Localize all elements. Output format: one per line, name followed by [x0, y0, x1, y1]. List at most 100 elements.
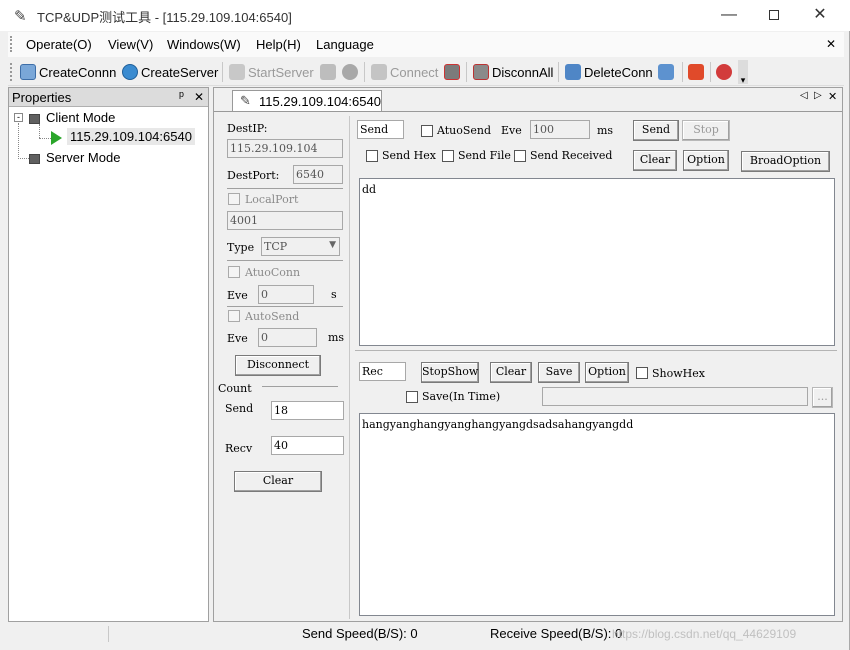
menu-operate[interactable]: Operate(O)	[26, 37, 92, 52]
connection-page: DestIP: 115.29.109.104 DestPort: 6540 Lo…	[214, 111, 842, 621]
menu-windows[interactable]: Windows(W)	[167, 37, 241, 52]
send-hex-label: Send Hex	[382, 149, 436, 162]
properties-close-icon[interactable]: ✕	[194, 90, 204, 104]
create-conn-button[interactable]: CreateConnn	[20, 64, 116, 80]
menu-language[interactable]: Language	[316, 37, 374, 52]
window-title: TCP&UDP测试工具 - [115.29.109.104:6540]	[37, 10, 292, 25]
auto-send-checkbox[interactable]	[228, 310, 240, 322]
title-bar: ✎ TCP&UDP测试工具 - [115.29.109.104:6540] — …	[0, 0, 850, 31]
delete-conn-button[interactable]: DeleteConn	[565, 64, 653, 80]
disconnect-button[interactable]: Disconnect	[235, 355, 321, 376]
send-option-button[interactable]: Option	[683, 150, 729, 171]
pin-icon[interactable]: ᵖ	[179, 88, 184, 103]
send-mode-field[interactable]: Send	[357, 120, 404, 139]
tree-server-mode[interactable]: Server Mode	[29, 150, 120, 165]
connection-label: 115.29.109.104:6540	[67, 128, 195, 145]
receive-content-textarea[interactable]: hangyanghangyanghangyangdsadsahangyangdd	[359, 413, 835, 616]
send-received-label: Send Received	[530, 149, 613, 162]
tree-line	[39, 124, 40, 138]
send-button[interactable]: Send	[633, 120, 679, 141]
auto-conn-checkbox[interactable]	[228, 266, 240, 278]
broad-option-button[interactable]: BroadOption	[741, 151, 830, 172]
show-hex-checkbox[interactable]	[636, 367, 648, 379]
maximize-button[interactable]	[751, 0, 797, 31]
send-ms-label: ms	[597, 124, 614, 137]
atuo-send-checkbox[interactable]	[421, 125, 433, 137]
disconn-all-icon	[473, 64, 489, 80]
menu-help[interactable]: Help(H)	[256, 37, 301, 52]
stop-button[interactable]: Stop	[682, 120, 730, 141]
send-count-field[interactable]: 18	[271, 401, 344, 420]
disconnect-icon[interactable]	[444, 64, 460, 80]
stop-server-icon[interactable]	[342, 64, 358, 80]
auto-send-eve-field[interactable]: 0	[258, 328, 317, 347]
create-server-button[interactable]: CreateServer	[122, 64, 218, 80]
save-button[interactable]: Save	[538, 362, 580, 383]
local-port-field[interactable]: 4001	[227, 211, 343, 230]
tab-label: 115.29.109.104:6540	[259, 94, 381, 109]
collapse-toggle-icon[interactable]: -	[14, 113, 23, 122]
auto-conn-eve-field[interactable]: 0	[258, 285, 314, 304]
tab-close-icon[interactable]: ✕	[828, 90, 837, 103]
server-users-icon[interactable]	[320, 64, 336, 80]
dest-port-field[interactable]: 6540	[293, 165, 343, 184]
send-count-label: Send	[225, 402, 254, 415]
tab-prev-icon[interactable]: ◁	[800, 90, 808, 101]
atuo-send-label: AtuoSend	[437, 124, 492, 137]
delete-all-icon[interactable]	[658, 64, 674, 80]
connect-button[interactable]: Connect	[371, 64, 438, 80]
tab-next-icon[interactable]: ▷	[814, 90, 822, 101]
send-content-textarea[interactable]: dd	[359, 178, 835, 346]
rec-option-button[interactable]: Option	[585, 362, 629, 383]
computer-icon	[29, 113, 40, 124]
client-mode-label: Client Mode	[46, 110, 116, 125]
browse-button[interactable]: ...	[812, 387, 833, 408]
tree-connection-item[interactable]: 115.29.109.104:6540	[51, 128, 195, 145]
tree-client-mode[interactable]: Client Mode	[29, 110, 115, 125]
start-server-button[interactable]: StartServer	[229, 64, 314, 80]
rec-mode-field[interactable]: Rec	[359, 362, 406, 381]
stop-show-button[interactable]: StopShow	[421, 362, 479, 383]
local-port-checkbox[interactable]	[228, 193, 240, 205]
send-eve-label: Eve	[501, 124, 522, 137]
dest-ip-label: DestIP:	[227, 122, 268, 135]
type-label: Type	[227, 241, 255, 254]
recv-count-field[interactable]: 40	[271, 436, 344, 455]
chevron-down-icon: ▼	[329, 240, 336, 250]
toolbar-separator	[222, 62, 223, 82]
tree-line	[39, 138, 51, 139]
send-file-checkbox[interactable]	[442, 150, 454, 162]
section-divider	[355, 350, 837, 351]
properties-header: Properties ᵖ ✕	[9, 88, 208, 107]
menu-view[interactable]: View(V)	[108, 37, 153, 52]
close-window-button[interactable]: ✕	[797, 0, 843, 31]
type-select[interactable]: TCP ▼	[261, 237, 340, 256]
power-icon[interactable]	[688, 64, 704, 80]
app-window: ✎ TCP&UDP测试工具 - [115.29.109.104:6540] — …	[0, 0, 850, 650]
delete-conn-icon	[565, 64, 581, 80]
connect-icon	[371, 64, 387, 80]
rec-clear-button[interactable]: Clear	[490, 362, 532, 383]
send-eve-field[interactable]: 100	[530, 120, 590, 139]
tree-line	[18, 158, 29, 159]
properties-panel: Properties ᵖ ✕ - Client Mode 115.29.109.…	[8, 87, 209, 622]
send-received-checkbox[interactable]	[514, 150, 526, 162]
connection-settings: DestIP: 115.29.109.104 DestPort: 6540 Lo…	[218, 116, 350, 619]
exit-icon[interactable]	[716, 64, 732, 80]
create-conn-icon	[20, 64, 36, 80]
send-clear-button[interactable]: Clear	[633, 150, 677, 171]
clear-count-button[interactable]: Clear	[234, 471, 322, 492]
mdi-close-icon[interactable]: ✕	[826, 37, 836, 51]
toolbar-overflow-icon[interactable]: ▾	[738, 60, 748, 85]
ms-unit: ms	[328, 331, 345, 344]
save-path-field[interactable]	[542, 387, 808, 406]
receive-speed-status: Receive Speed(B/S): 0	[490, 626, 623, 641]
disconn-all-button[interactable]: DisconnAll	[473, 64, 553, 80]
play-icon	[51, 130, 62, 145]
save-in-time-checkbox[interactable]	[406, 391, 418, 403]
send-hex-checkbox[interactable]	[366, 150, 378, 162]
dest-port-label: DestPort:	[227, 169, 280, 182]
minimize-button[interactable]: —	[706, 0, 752, 31]
dest-ip-field[interactable]: 115.29.109.104	[227, 139, 343, 158]
tab-connection[interactable]: ✎ 115.29.109.104:6540	[232, 90, 382, 112]
